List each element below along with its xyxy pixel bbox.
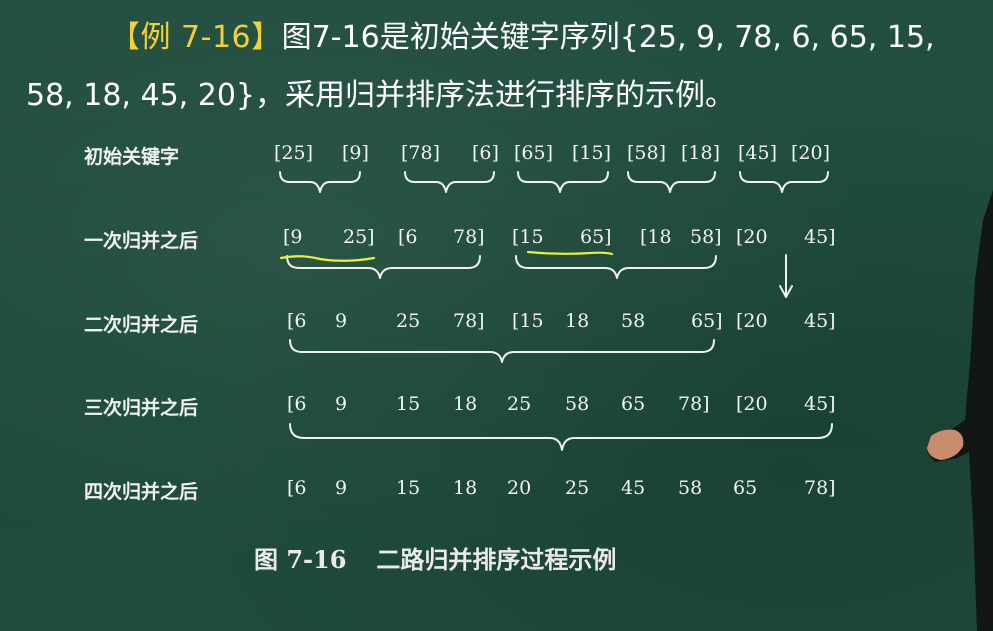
- row0-token: [9]: [342, 142, 369, 164]
- row0-token: [45]: [738, 142, 778, 164]
- row-label-pass-1: 一次归并之后: [84, 230, 199, 252]
- row4-token: 25: [565, 477, 590, 499]
- row-label-pass-4: 四次归并之后: [84, 481, 199, 503]
- row2-token: 25: [396, 310, 421, 332]
- row3-token: 25: [507, 393, 532, 415]
- row2-token: 78]: [453, 310, 485, 332]
- row0-token: [18]: [681, 142, 721, 164]
- row1-token: 65]: [580, 226, 612, 248]
- row3-token: [20: [736, 393, 768, 415]
- presenter-figure: [927, 190, 993, 631]
- example-header-line-1: 【例 7-16】图7-16是初始关键字序列{25, 9, 78, 6, 65, …: [110, 18, 935, 58]
- row0-token: [58]: [627, 142, 667, 164]
- row0-token: [20]: [791, 142, 831, 164]
- row3-token: 18: [453, 393, 478, 415]
- row1-token: [6: [398, 226, 418, 248]
- row3-token: 9: [335, 393, 348, 415]
- row0-token: [78]: [401, 142, 441, 164]
- figure-caption-number: 图 7-16: [254, 545, 347, 574]
- row2-token: 65]: [691, 310, 723, 332]
- row2-token: [6: [287, 310, 307, 332]
- row4-token: 15: [396, 477, 421, 499]
- row0-token: [65]: [514, 142, 554, 164]
- row4-token: 65: [733, 477, 758, 499]
- example-header-line-2: 58, 18, 45, 20}，采用归并排序法进行排序的示例。: [26, 78, 735, 113]
- row1-token: [20: [736, 226, 768, 248]
- row1-token: 45]: [804, 226, 836, 248]
- row4-token: 58: [678, 477, 703, 499]
- row1-token: [18: [640, 226, 672, 248]
- row2-token: [20: [736, 310, 768, 332]
- row2-token: [15: [512, 310, 544, 332]
- row2-token: 9: [335, 310, 348, 332]
- example-statement-part-1: 图7-16是初始关键字序列{25, 9, 78, 6, 65, 15,: [281, 20, 935, 55]
- row3-token: 78]: [678, 393, 710, 415]
- row1-token: 25]: [343, 226, 375, 248]
- row3-token: 45]: [804, 393, 836, 415]
- row2-token: 18: [565, 310, 590, 332]
- row1-token: [9: [283, 226, 303, 248]
- row4-token: [6: [287, 477, 307, 499]
- row4-token: 18: [453, 477, 478, 499]
- example-tag: 【例 7-16】: [110, 20, 282, 55]
- row2-token: 45]: [804, 310, 836, 332]
- row4-token: 45: [621, 477, 646, 499]
- row1-token: [15: [512, 226, 544, 248]
- row-label-initial: 初始关键字: [84, 146, 180, 168]
- row3-token: 15: [396, 393, 421, 415]
- row2-token: 58: [621, 310, 646, 332]
- row0-token: [6]: [472, 142, 499, 164]
- row4-token: 9: [335, 477, 348, 499]
- figure-caption-title: 二路归并排序过程示例: [376, 545, 617, 574]
- row3-token: 65: [621, 393, 646, 415]
- row0-token: [15]: [572, 142, 612, 164]
- row3-token: 58: [565, 393, 590, 415]
- row3-token: [6: [287, 393, 307, 415]
- row0-token: [25]: [274, 142, 314, 164]
- row-label-pass-2: 二次归并之后: [84, 314, 199, 336]
- row4-token: 20: [507, 477, 532, 499]
- row-label-pass-3: 三次归并之后: [84, 397, 199, 419]
- row1-token: 58]: [690, 226, 722, 248]
- row1-token: 78]: [453, 226, 485, 248]
- figure-caption: 图 7-16 二路归并排序过程示例: [254, 540, 616, 575]
- row4-token: 78]: [804, 477, 836, 499]
